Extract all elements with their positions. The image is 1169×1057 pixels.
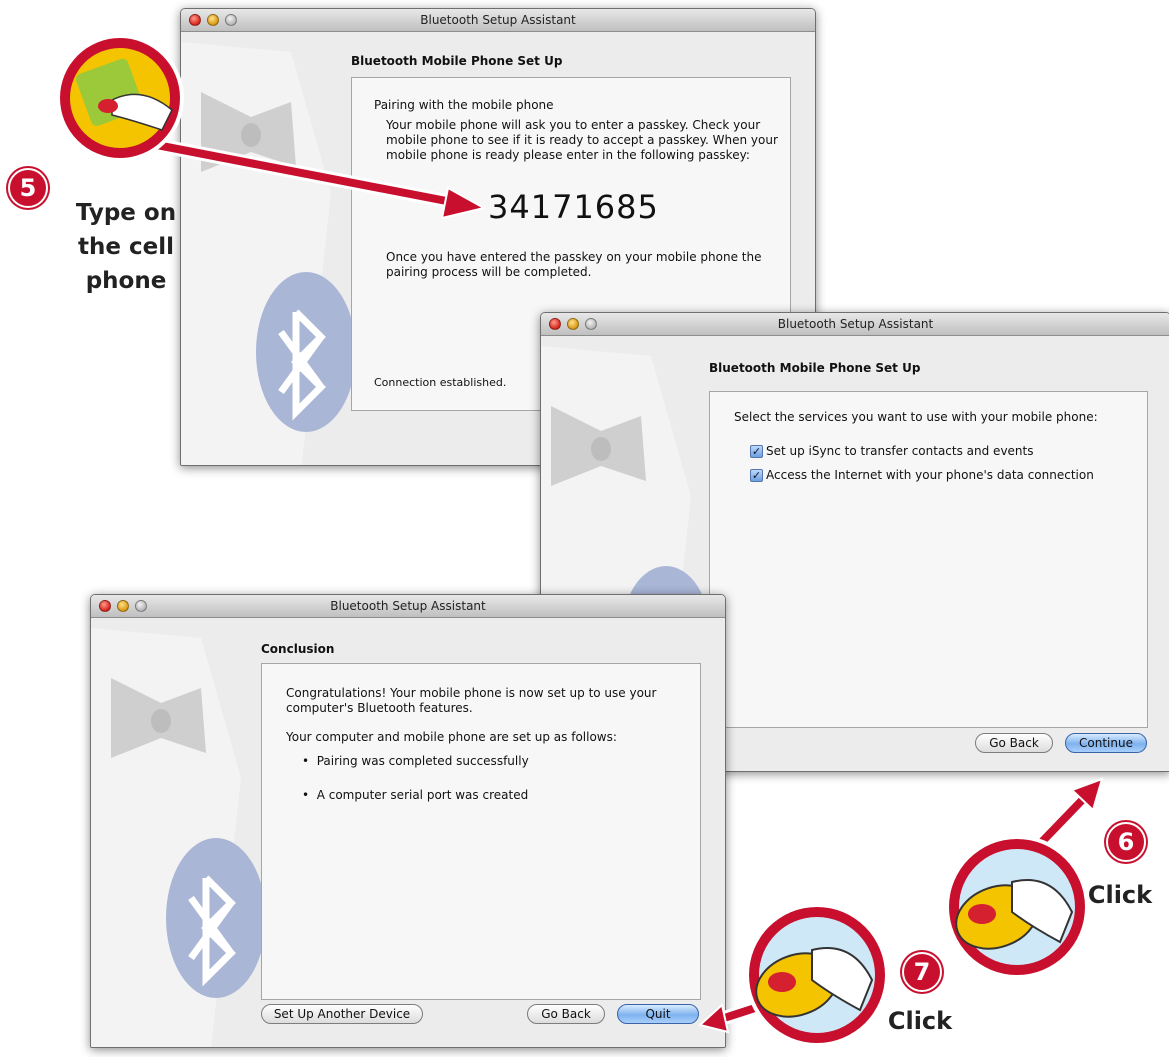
list-item: • Pairing was completed successfully [302,754,529,768]
step-number-badge: 5 [8,168,48,208]
close-icon[interactable] [99,600,111,612]
status-text: Connection established. [374,376,507,389]
minimize-icon[interactable] [207,14,219,26]
window-title: Bluetooth Setup Assistant [330,599,486,613]
option-isync[interactable]: ✓ Set up iSync to transfer contacts and … [750,444,1130,460]
step-caption: Type on the cell phone [66,196,186,298]
option-label: Set up iSync to transfer contacts and ev… [766,444,1034,458]
minimize-icon[interactable] [117,600,129,612]
congrats-text: Congratulations! Your mobile phone is no… [286,686,657,715]
section-title: Pairing with the mobile phone [374,98,554,112]
content-panel: Congratulations! Your mobile phone is no… [261,663,701,1000]
titlebar[interactable]: Bluetooth Setup Assistant [181,9,815,32]
go-back-button[interactable]: Go Back [527,1004,605,1024]
step-number-badge: 6 [1106,822,1146,862]
step-number-badge: 7 [902,952,942,992]
close-icon[interactable] [189,14,201,26]
passkey: 34171685 [488,188,659,226]
mouse-click-callout [745,903,889,1047]
zoom-icon[interactable] [225,14,237,26]
go-back-button[interactable]: Go Back [975,733,1053,753]
titlebar[interactable]: Bluetooth Setup Assistant [541,313,1169,336]
caption-line: phone [85,268,167,294]
minimize-icon[interactable] [567,318,579,330]
page-heading: Bluetooth Mobile Phone Set Up [709,361,921,375]
zoom-icon[interactable] [135,600,147,612]
continue-button[interactable]: Continue [1065,733,1147,753]
window-title: Bluetooth Setup Assistant [777,317,934,331]
step-caption: Click [1087,881,1153,909]
titlebar[interactable]: Bluetooth Setup Assistant [91,595,725,618]
after-text: Once you have entered the passkey on you… [386,250,762,279]
window-controls [549,318,597,330]
page-heading: Bluetooth Mobile Phone Set Up [351,54,563,68]
window-title: Bluetooth Setup Assistant [420,13,576,27]
content-panel: Select the services you want to use with… [709,391,1148,728]
window-controls [99,600,147,612]
page-heading: Conclusion [261,642,335,656]
instructions-text: Your mobile phone will ask you to enter … [386,118,778,162]
conclusion-window: Bluetooth Setup Assistant Conclusion Con… [90,594,726,1048]
prompt-text: Select the services you want to use with… [734,410,1098,424]
close-icon[interactable] [549,318,561,330]
mouse-click-callout [945,835,1089,979]
zoom-icon[interactable] [585,318,597,330]
quit-button[interactable]: Quit [617,1004,699,1024]
caption-line: Type on [75,200,177,226]
step-caption: Click [887,1007,953,1035]
option-internet[interactable]: ✓ Access the Internet with your phone's … [750,468,1140,484]
isync-checkbox[interactable]: ✓ [750,445,763,458]
window-controls [189,14,237,26]
bullet-text: Pairing was completed successfully [316,754,529,768]
list-item: • A computer serial port was created [302,788,529,802]
caption-line: the cell [78,234,174,260]
internet-checkbox[interactable]: ✓ [750,469,763,482]
phone-keypad-callout [56,34,184,162]
setup-intro: Your computer and mobile phone are set u… [286,730,617,744]
set-up-another-device-button[interactable]: Set Up Another Device [261,1004,423,1024]
option-label: Access the Internet with your phone's da… [766,468,1094,482]
bullet-text: A computer serial port was created [316,788,529,802]
